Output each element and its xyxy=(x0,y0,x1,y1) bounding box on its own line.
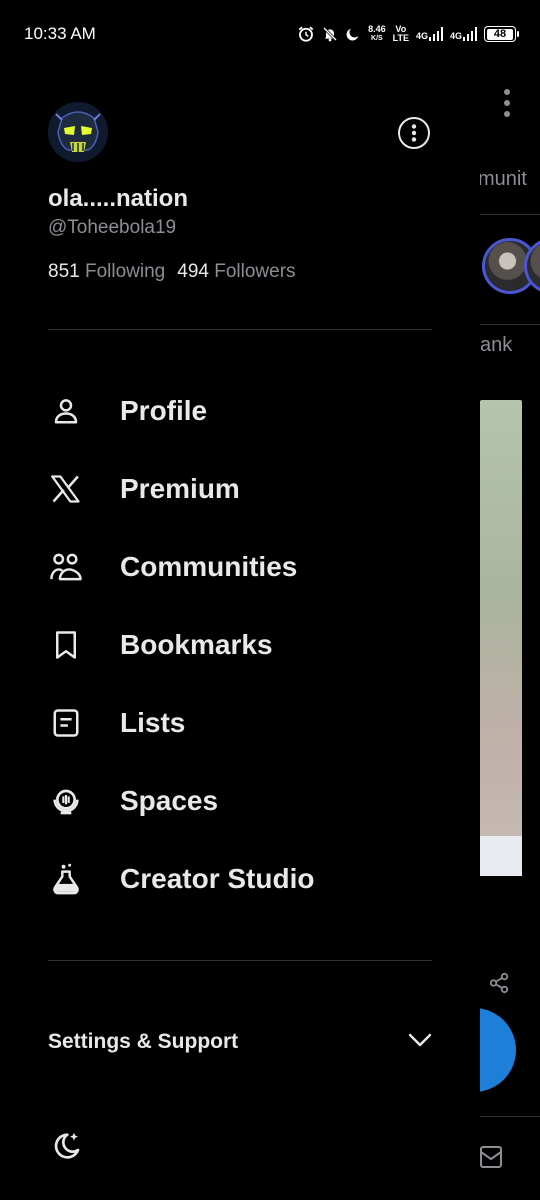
net-speed: 8.46 K/S xyxy=(368,24,386,43)
menu-label: Spaces xyxy=(120,785,219,816)
status-bar: 10:33 AM 8.46 K/S Vo LTE 4G 4G 48 xyxy=(0,0,540,68)
menu-item-spaces[interactable]: Spaces xyxy=(48,773,448,829)
menu-item-profile[interactable]: Profile xyxy=(48,383,448,439)
more-vertical-icon xyxy=(504,89,510,117)
divider xyxy=(48,960,432,961)
peek-divider xyxy=(480,1116,540,1117)
signal-icon xyxy=(463,27,477,41)
peek-media-card xyxy=(480,400,522,876)
battery-icon: 48 xyxy=(484,26,519,42)
settings-support-label: Settings & Support xyxy=(48,1030,239,1053)
battery-level: 48 xyxy=(487,28,513,40)
signal-1: 4G xyxy=(416,27,443,41)
timeline-peek: munit ank xyxy=(480,68,540,1200)
signal-2: 4G xyxy=(450,27,477,41)
communities-icon xyxy=(48,549,84,585)
menu-label: Communities xyxy=(120,551,298,582)
settings-support-toggle[interactable]: Settings & Support xyxy=(48,1022,432,1062)
peek-divider xyxy=(480,324,540,325)
moon-sparkle-icon xyxy=(54,1132,80,1159)
divider xyxy=(48,329,432,330)
more-vertical-icon xyxy=(411,124,417,142)
skull-avatar-icon xyxy=(48,102,108,162)
list-icon xyxy=(48,705,84,741)
alarm-icon xyxy=(297,25,315,43)
menu-item-premium[interactable]: Premium xyxy=(48,461,448,517)
x-logo-icon xyxy=(48,471,84,507)
person-icon xyxy=(48,393,84,429)
chevron-down-icon xyxy=(408,1032,432,1053)
peek-card-footer xyxy=(480,836,522,876)
navigation-drawer: ola.....nation @Toheebola19 851 Followin… xyxy=(0,68,480,1200)
display-name[interactable]: ola.....nation xyxy=(48,185,188,213)
menu-label: Premium xyxy=(120,473,240,504)
peek-tab-label: munit xyxy=(480,168,527,190)
compose-fab xyxy=(480,1008,516,1092)
menu-label: Profile xyxy=(120,395,208,426)
menu-label: Bookmarks xyxy=(120,629,273,660)
menu-item-communities[interactable]: Communities xyxy=(48,539,448,595)
peek-text: ank xyxy=(480,334,513,356)
menu-label: Creator Studio xyxy=(120,863,315,894)
peek-divider xyxy=(480,214,540,215)
followers-link[interactable]: 494 Followers xyxy=(177,261,295,283)
volte-indicator: Vo LTE xyxy=(392,24,409,43)
status-time: 10:33 AM xyxy=(24,24,96,43)
flask-icon xyxy=(48,861,84,897)
follow-stats: 851 Following 494 Followers xyxy=(48,261,296,283)
spaces-icon xyxy=(48,783,84,819)
mute-icon xyxy=(322,25,338,43)
account-options-button[interactable] xyxy=(398,117,430,149)
share-icon xyxy=(489,972,509,994)
bookmark-icon xyxy=(48,627,84,663)
following-link[interactable]: 851 Following xyxy=(48,261,165,283)
menu-item-lists[interactable]: Lists xyxy=(48,695,448,751)
signal-icon xyxy=(428,27,443,41)
menu-label: Lists xyxy=(120,707,186,738)
menu-item-creator-studio[interactable]: Creator Studio xyxy=(48,851,448,907)
status-icons: 8.46 K/S Vo LTE 4G 4G 48 xyxy=(297,22,519,46)
do-not-disturb-icon xyxy=(345,26,361,42)
messages-icon xyxy=(480,1146,502,1168)
menu-item-bookmarks[interactable]: Bookmarks xyxy=(48,617,448,673)
avatar[interactable] xyxy=(48,102,108,162)
user-handle: @Toheebola19 xyxy=(48,217,177,238)
display-theme-button[interactable] xyxy=(48,1128,84,1164)
peek-avatars xyxy=(480,238,540,300)
